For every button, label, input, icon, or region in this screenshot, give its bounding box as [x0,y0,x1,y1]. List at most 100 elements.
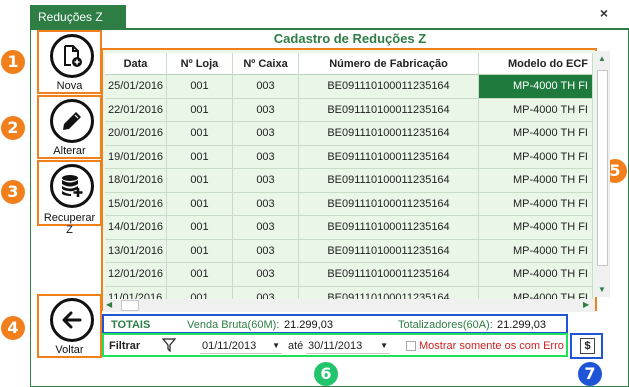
cell-loja: 001 [167,239,233,263]
pencil-icon [50,99,94,143]
arrow-left-icon [50,298,94,342]
cell-fabricacao: BE091110100011235164 [299,98,479,122]
cell-ecf: MP-4000 TH FI [479,98,593,122]
filter-funnel-icon[interactable] [161,338,177,353]
cell-ecf: MP-4000 TH FI [479,216,593,239]
date-from-value: 01/11/2013 [202,340,257,352]
date-from-picker[interactable]: 01/11/2013 ▼ [200,338,282,354]
cell-fabricacao: BE091110100011235164 [299,75,479,98]
horizontal-scroll-thumb[interactable] [121,300,139,311]
venda-bruta-label: Venda Bruta(60M): [187,319,280,331]
cell-caixa: 003 [233,192,299,216]
cell-fabricacao: BE091110100011235164 [299,263,479,286]
horizontal-scrollbar[interactable]: ◀ ▶ [103,299,595,312]
cell-data: 19/01/2016 [105,145,167,169]
cell-fabricacao: BE091110100011235164 [299,239,479,263]
table-row[interactable]: 18/01/2016 001 003 BE091110100011235164 MP-4… [105,169,593,193]
cell-caixa: 003 [233,239,299,263]
venda-bruta-value: 21.299,03 [284,319,333,331]
badge-1: 1 [1,50,25,74]
scroll-left-icon[interactable]: ◀ [106,300,112,309]
error-only-checkbox[interactable] [406,341,416,351]
recuperar-z-label: Recuperar Z [43,212,96,236]
recuperar-z-button[interactable]: Recuperar Z [37,160,102,236]
cell-fabricacao: BE091110100011235164 [299,216,479,239]
table-row[interactable]: 19/01/2016 001 003 BE091110100011235164 MP-4… [105,145,593,169]
cell-loja: 001 [167,263,233,286]
cell-loja: 001 [167,145,233,169]
grid-header: Data Nº Loja Nº Caixa Número de Fabricaç… [105,53,593,75]
grid-body: 25/01/2016 001 003 BE091110100011235164 MP-4… [105,75,593,309]
date-to-value: 30/11/2013 [308,340,363,352]
export-panel: $ [570,333,603,359]
cell-ecf: MP-4000 TH FI [479,263,593,286]
cell-caixa: 003 [233,122,299,145]
cell-caixa: 003 [233,75,299,98]
cell-loja: 001 [167,122,233,145]
cell-ecf: MP-4000 TH FI [479,75,593,98]
cell-ecf: MP-4000 TH FI [479,239,593,263]
cell-caixa: 003 [233,216,299,239]
scroll-down-icon[interactable]: ▼ [598,285,606,294]
cell-caixa: 003 [233,145,299,169]
cell-data: 13/01/2016 [105,239,167,263]
cell-data: 20/01/2016 [105,122,167,145]
cell-loja: 001 [167,98,233,122]
error-only-label[interactable]: Mostrar somente os com Erro [419,340,564,352]
cell-loja: 001 [167,192,233,216]
nova-label: Nova [56,80,83,92]
totals-panel: TOTAIS Venda Bruta(60M): 21.299,03 Total… [102,314,568,334]
cell-data: 18/01/2016 [105,169,167,192]
export-button[interactable]: $ [580,338,595,354]
cell-data: 22/01/2016 [105,98,167,122]
totalizadores-value: 21.299,03 [497,319,546,331]
ate-label: até [288,340,304,352]
page-title: Cadastro de Reduções Z [273,31,427,46]
totalizadores-label: Totalizadores(60A): [398,319,493,331]
cell-fabricacao: BE091110100011235164 [299,145,479,169]
voltar-button[interactable]: Voltar [37,294,102,358]
voltar-label: Voltar [55,344,84,356]
cell-ecf: MP-4000 TH FI [479,169,593,192]
col-header-fabricacao[interactable]: Número de Fabricação [299,53,479,75]
table-row[interactable]: 22/01/2016 001 003 BE091110100011235164 MP-4… [105,98,593,122]
nova-button[interactable]: Nova [37,30,102,94]
table-row[interactable]: 13/01/2016 001 003 BE091110100011235164 MP-4… [105,239,593,263]
col-header-caixa[interactable]: Nº Caixa [233,53,299,75]
cell-caixa: 003 [233,98,299,122]
window-title: Reduções Z [30,5,126,28]
table-row[interactable]: 25/01/2016 001 003 BE091110100011235164 MP-4… [105,75,593,99]
cell-data: 25/01/2016 [105,75,167,98]
cell-data: 15/01/2016 [105,192,167,216]
badge-4: 4 [1,316,25,340]
scroll-up-icon[interactable]: ▲ [598,54,606,63]
badge-6: 6 [314,362,338,386]
table-row[interactable]: 12/01/2016 001 003 BE091110100011235164 MP-4… [105,263,593,287]
table-row[interactable]: 14/01/2016 001 003 BE091110100011235164 MP-4… [105,216,593,240]
cell-loja: 001 [167,216,233,239]
col-header-loja[interactable]: Nº Loja [167,53,233,75]
date-to-picker[interactable]: 30/11/2013 ▼ [306,338,390,354]
badge-7: 7 [578,362,602,386]
cell-ecf: MP-4000 TH FI [479,145,593,169]
close-icon[interactable]: × [597,6,611,20]
vertical-scroll-thumb[interactable] [597,70,608,266]
vertical-scrollbar[interactable]: ▲ ▼ [595,51,610,297]
cell-data: 14/01/2016 [105,216,167,239]
col-header-ecf[interactable]: Modelo do ECF [479,53,593,75]
cell-caixa: 003 [233,169,299,192]
cell-ecf: MP-4000 TH FI [479,192,593,216]
scroll-right-icon[interactable]: ▶ [583,300,589,309]
reducoes-grid[interactable]: Data Nº Loja Nº Caixa Número de Fabricaç… [101,48,597,311]
table-row[interactable]: 20/01/2016 001 003 BE091110100011235164 MP-4… [105,122,593,146]
table-row[interactable]: 15/01/2016 001 003 BE091110100011235164 MP-4… [105,192,593,216]
badge-2: 2 [1,116,25,140]
totals-label: TOTAIS [111,319,151,331]
filter-panel: Filtrar 01/11/2013 ▼ até 30/11/2013 ▼ Mo… [102,333,568,357]
col-header-data[interactable]: Data [105,53,167,75]
cell-fabricacao: BE091110100011235164 [299,192,479,216]
cell-fabricacao: BE091110100011235164 [299,169,479,192]
cell-data: 12/01/2016 [105,263,167,286]
alterar-button[interactable]: Alterar [37,95,102,159]
database-add-icon [50,164,94,208]
